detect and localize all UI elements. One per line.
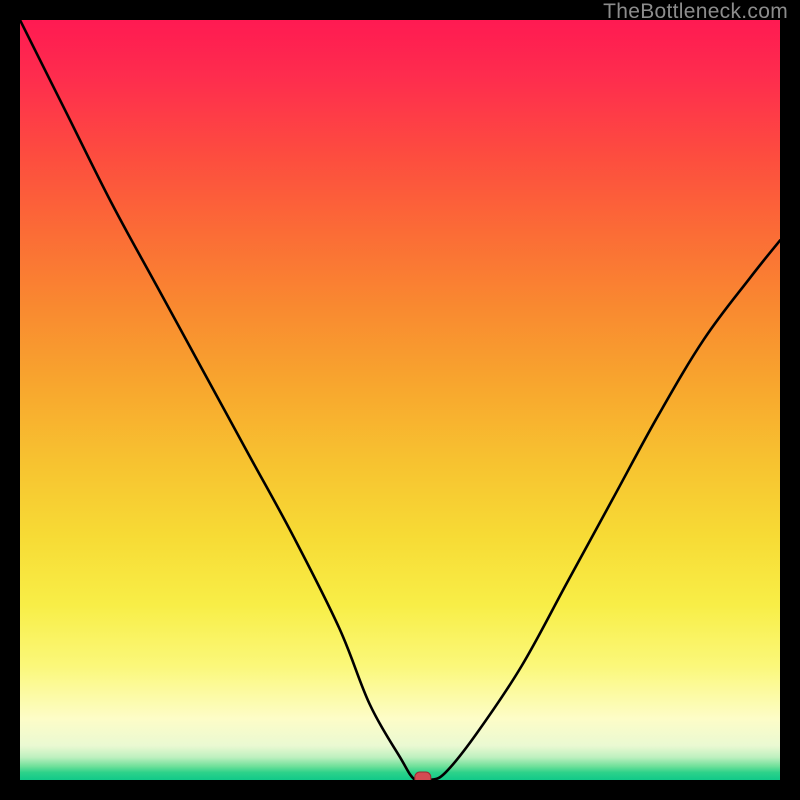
attribution-text: TheBottleneck.com — [603, 0, 788, 24]
curve-layer — [20, 20, 780, 780]
bottleneck-curve — [20, 20, 780, 780]
minimum-marker — [415, 772, 431, 780]
chart-stage: TheBottleneck.com — [0, 0, 800, 800]
plot-area — [20, 20, 780, 780]
